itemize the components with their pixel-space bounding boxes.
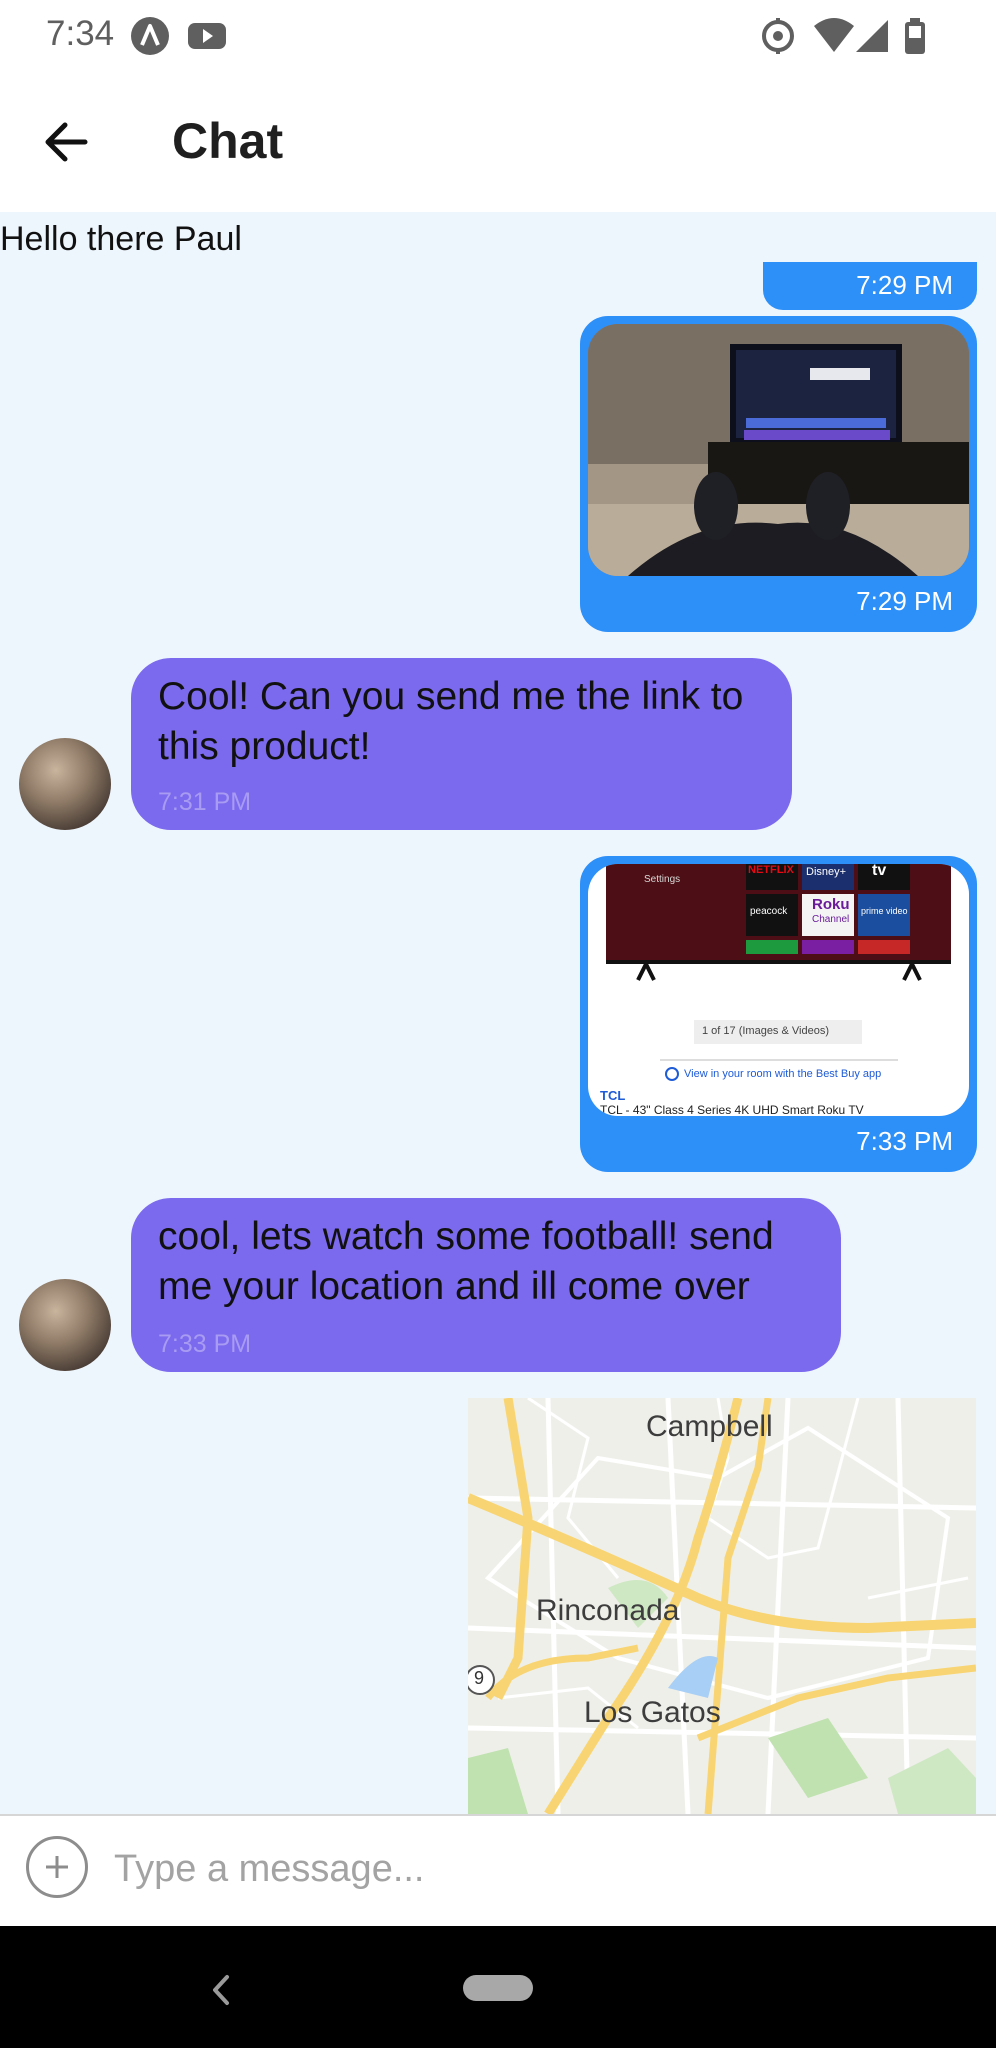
back-button[interactable] [30, 100, 102, 184]
map-label-los-gatos: Los Gatos [584, 1696, 721, 1729]
plus-circle-icon [46, 1856, 68, 1878]
app-bar [0, 70, 996, 212]
view-in-room-link[interactable]: View in your room with the Best Buy app [684, 1068, 881, 1080]
incoming-bubble[interactable]: cool, lets watch some football! send me … [131, 1198, 841, 1372]
tv-photo-image [588, 324, 969, 576]
incoming-bubble[interactable]: Cool! Can you send me the link to this p… [131, 658, 792, 830]
outgoing-bubble[interactable]: 7:29 PM [763, 262, 977, 310]
tile-prime-video: prime video [861, 906, 908, 916]
message-text: Cool! Can you send me the link to this p… [158, 675, 744, 768]
battery-icon [905, 18, 925, 54]
nav-back-icon[interactable] [205, 1965, 235, 2015]
link-preview[interactable]: Settings NETFLIX Disney+ tv peacock Roku… [588, 864, 969, 1116]
signal-icon [856, 20, 888, 52]
arrow-left-icon [45, 122, 88, 162]
youtube-icon [188, 23, 226, 49]
app-a-icon [131, 17, 169, 55]
tile-roku: Roku [812, 896, 850, 913]
add-attachment-button[interactable] [26, 1836, 88, 1898]
tv-photo[interactable] [588, 324, 969, 576]
tile-peacock: peacock [750, 906, 788, 917]
tile-disney: Disney+ [806, 866, 847, 878]
wifi-icon [814, 18, 854, 52]
message-time: 7:33 PM [158, 1330, 252, 1358]
link-settings-text: Settings [644, 874, 681, 885]
message-time: 7:29 PM [856, 270, 953, 300]
page-title: Chat [172, 113, 284, 169]
avatar[interactable] [19, 1279, 111, 1371]
message-text: cool, lets watch some football! send me … [158, 1215, 774, 1308]
system-message: Hello there Paul [0, 220, 242, 258]
message-time: 7:31 PM [158, 788, 252, 816]
product-title: TCL - 43" Class 4 Series 4K UHD Smart Ro… [600, 1103, 864, 1116]
message-input[interactable] [112, 1838, 976, 1900]
map-route-9: 9 [474, 1668, 485, 1688]
gallery-count: 1 of 17 (Images & Videos) [702, 1025, 829, 1037]
map-label-campbell: Campbell [646, 1410, 773, 1443]
outgoing-link-bubble[interactable]: Settings NETFLIX Disney+ tv peacock Roku… [580, 856, 977, 1172]
message-time: 7:29 PM [856, 586, 953, 616]
tile-roku-channel: Channel [812, 914, 850, 925]
outgoing-image-bubble[interactable]: 7:29 PM [580, 316, 977, 632]
avatar[interactable] [19, 738, 111, 830]
map-label-rinconada: Rinconada [536, 1594, 680, 1627]
tile-netflix: NETFLIX [748, 864, 794, 876]
nav-home-button[interactable] [463, 1975, 533, 2001]
tile-appletv: tv [872, 864, 887, 879]
product-brand: TCL [600, 1088, 626, 1103]
message-time: 7:33 PM [856, 1126, 953, 1156]
location-map[interactable]: Campbell Rinconada Los Gatos 9 [468, 1398, 976, 1814]
location-icon [762, 18, 794, 54]
status-time: 7:34 [46, 14, 115, 53]
